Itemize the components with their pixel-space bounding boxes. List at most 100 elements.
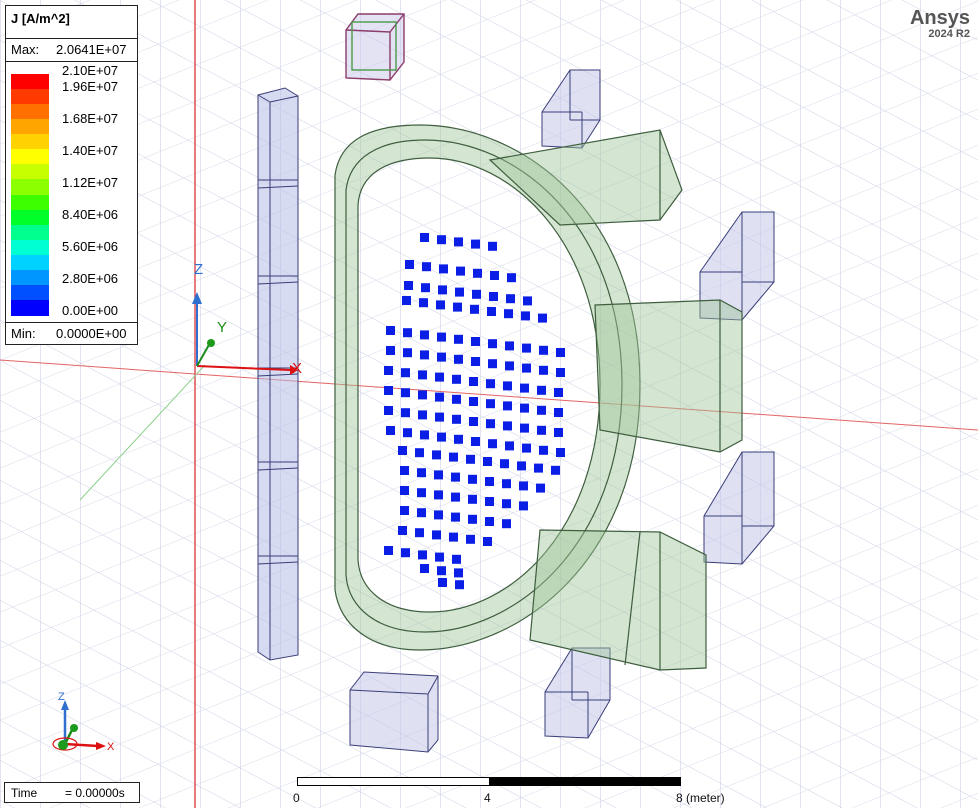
conductor-block <box>489 292 498 301</box>
conductor-block <box>519 501 528 511</box>
conductor-block <box>432 530 441 540</box>
conductor-block <box>437 235 446 245</box>
conductor-block <box>483 537 492 546</box>
legend-band <box>11 164 49 181</box>
conductor-block <box>401 408 410 418</box>
conductor-block <box>505 441 514 451</box>
conductor-block <box>536 483 545 493</box>
conductor-block <box>405 260 414 269</box>
conductor-block <box>468 514 477 524</box>
conductor-block <box>435 372 444 382</box>
legend-level-label: 1.12E+07 <box>62 175 119 190</box>
legend-band <box>11 119 49 136</box>
conductor-block <box>506 294 515 304</box>
scale-tick-1: 4 <box>484 791 491 805</box>
conductor-block <box>420 233 429 242</box>
conductor-block <box>551 465 560 475</box>
conductor-block <box>437 566 446 576</box>
conductor-block <box>420 430 429 440</box>
conductor-block <box>435 552 444 562</box>
conductor-block <box>503 381 512 391</box>
conductor-block <box>519 481 528 491</box>
bottom-box-coil[interactable] <box>349 671 439 753</box>
conductor-block <box>401 548 410 558</box>
conductor-block <box>469 417 478 426</box>
legend-max-row: Max: 2.0641E+07 <box>6 38 137 62</box>
conductor-block <box>556 448 565 457</box>
legend-band <box>11 299 49 316</box>
conductor-block <box>487 307 496 316</box>
3d-viewport[interactable]: X Z Y Z X <box>0 0 978 808</box>
conductor-block <box>438 285 447 295</box>
conductor-block <box>454 568 463 578</box>
conductor-block <box>486 419 495 429</box>
conductor-block <box>403 348 412 358</box>
conductor-block <box>486 399 495 409</box>
conductor-block <box>404 281 413 290</box>
conductor-block <box>522 363 531 373</box>
conductor-block <box>488 439 497 449</box>
conductor-block <box>538 313 547 323</box>
conductor-block <box>554 428 563 437</box>
color-legend[interactable]: J [A/m^2] Max: 2.0641E+07 2.10E+07 1.96E+… <box>5 5 138 345</box>
legend-min-row: Min: 0.0000E+00 <box>6 322 137 345</box>
conductor-block <box>418 550 427 560</box>
conductor-block <box>418 370 427 380</box>
conductor-block <box>449 452 458 462</box>
scale-tick-2: 8 (meter) <box>676 791 725 805</box>
conductor-block <box>472 289 481 299</box>
conductor-block <box>488 359 497 369</box>
axis-y-label: Y <box>217 319 227 336</box>
brand-version: 2024 R2 <box>928 28 970 40</box>
legend-level-label: 2.80E+06 <box>62 271 119 286</box>
conductor-block <box>436 300 445 310</box>
conductor-block <box>422 262 431 272</box>
conductor-block <box>473 268 482 278</box>
conductor-block <box>437 352 446 362</box>
conductor-block <box>469 397 478 406</box>
conductor-block <box>403 428 412 438</box>
time-value: = 0.00000s <box>65 786 125 800</box>
conductor-block <box>503 421 512 431</box>
conductor-block <box>490 271 499 280</box>
conductor-block <box>451 472 460 482</box>
conductor-block <box>401 368 410 378</box>
conductor-block <box>434 470 443 480</box>
conductor-block <box>469 377 478 386</box>
conductor-block <box>454 237 463 247</box>
legend-band <box>11 239 49 256</box>
conductor-block <box>386 326 395 335</box>
conductor-block <box>403 328 412 338</box>
conductor-block <box>449 532 458 542</box>
legend-level-label: 1.40E+07 <box>62 143 119 158</box>
legend-level-label: 8.40E+06 <box>62 207 119 222</box>
conductor-block <box>554 408 563 417</box>
legend-band <box>11 149 49 166</box>
conductor-block <box>466 534 475 544</box>
conductor-block <box>402 296 411 305</box>
legend-band <box>11 284 49 301</box>
legend-band <box>11 194 49 211</box>
conductor-block <box>471 437 480 446</box>
top-small-coil[interactable] <box>345 13 405 81</box>
conductor-block <box>470 304 479 314</box>
conductor-block <box>451 512 460 522</box>
conductor-block <box>471 357 480 366</box>
conductor-block <box>400 466 409 475</box>
conductor-block <box>539 365 548 375</box>
conductor-block <box>520 383 529 393</box>
legend-level-label: 0.00E+00 <box>62 303 119 318</box>
conductor-block <box>488 241 497 251</box>
legend-band <box>11 209 49 226</box>
axis-z-label: Z <box>194 261 203 278</box>
conductor-block <box>520 403 529 413</box>
conductor-block <box>415 528 424 538</box>
conductor-block <box>554 388 563 397</box>
conductor-block <box>485 517 494 526</box>
conductor-block <box>437 432 446 442</box>
legend-level-label: 5.60E+06 <box>62 239 119 254</box>
legend-band <box>11 134 49 151</box>
conductor-block <box>468 494 477 504</box>
conductor-block <box>523 296 532 306</box>
conductor-block <box>539 345 548 355</box>
